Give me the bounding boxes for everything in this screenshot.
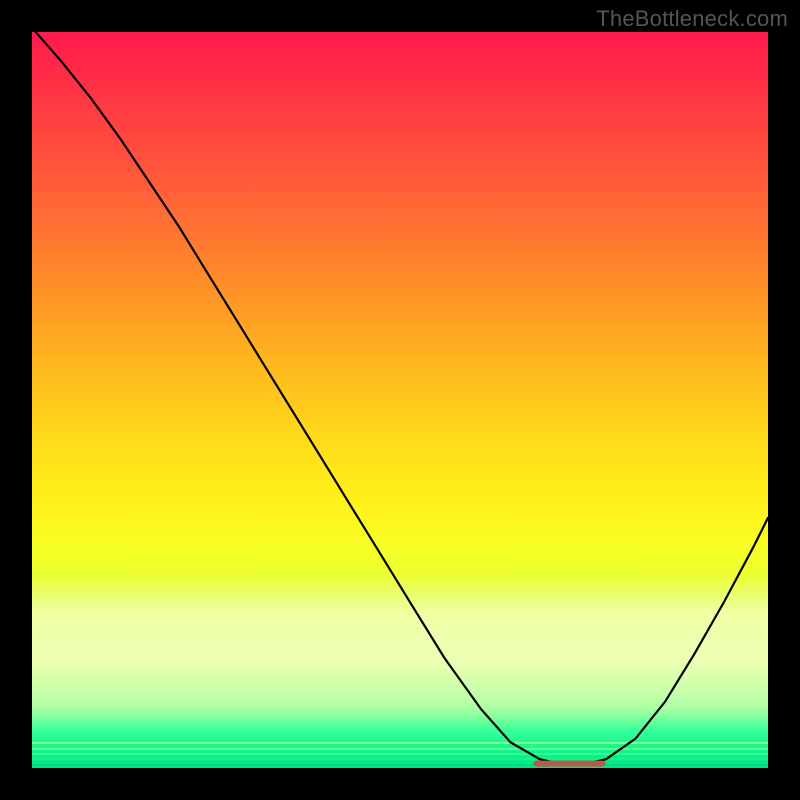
curve-layer [32,32,768,768]
bottleneck-curve [36,32,768,764]
watermark-text: TheBottleneck.com [596,6,788,32]
chart-frame: TheBottleneck.com [0,0,800,800]
plot-area [32,32,768,768]
